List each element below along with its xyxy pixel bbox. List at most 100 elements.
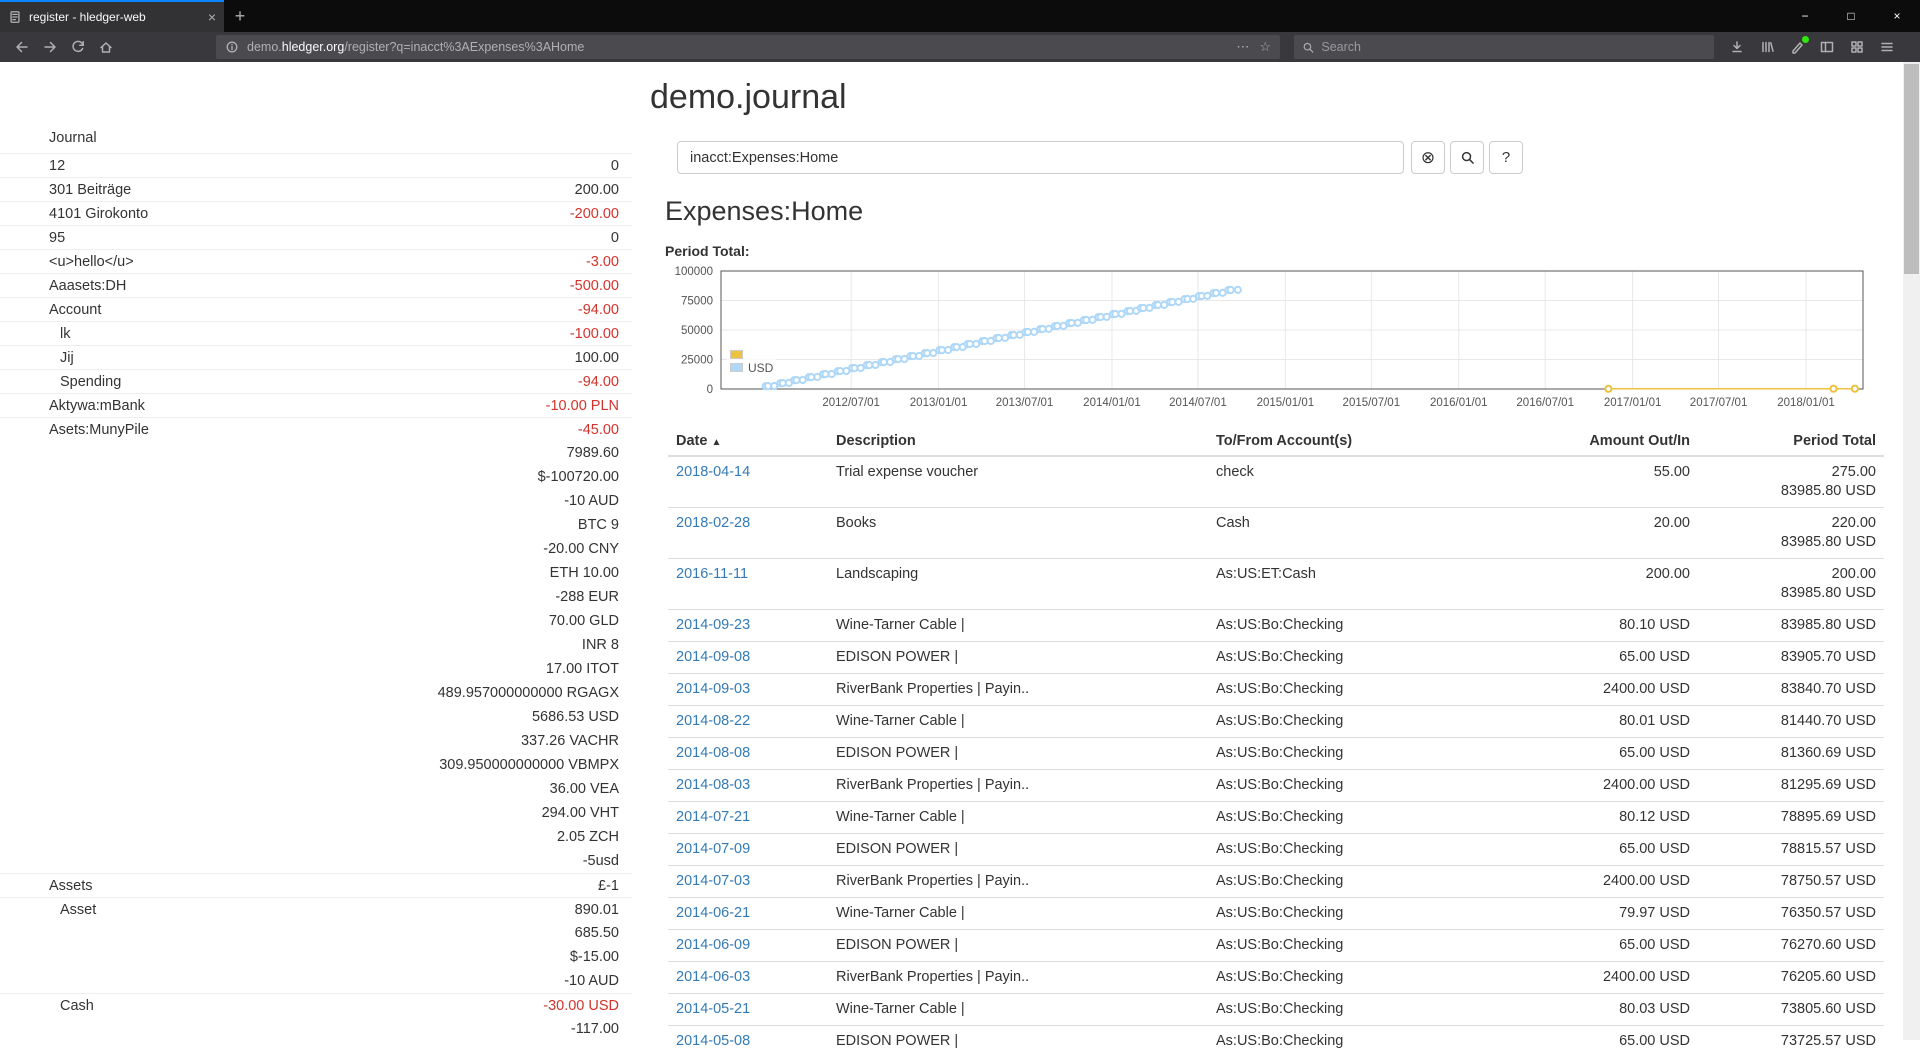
amount-cell: 80.10 USD <box>1508 610 1698 642</box>
transaction-date-link[interactable]: 2014-07-03 <box>676 873 750 889</box>
period-total-line: 83985.80 USD <box>1706 616 1876 635</box>
sidebar-account-link[interactable]: Spending <box>60 370 121 394</box>
date-cell: 2014-09-08 <box>668 642 828 674</box>
sidebar-account-link[interactable]: Asset <box>60 898 96 922</box>
page-info-icon[interactable] <box>225 40 239 54</box>
query-input[interactable] <box>677 141 1404 174</box>
browser-tab[interactable]: register - hledger-web × <box>0 0 224 32</box>
tab-title: register - hledger-web <box>29 10 204 24</box>
date-cell: 2014-06-21 <box>668 898 828 930</box>
sidebar-account-link[interactable]: Asets:MunyPile <box>49 418 149 442</box>
period-total-line: 83840.70 USD <box>1706 680 1876 699</box>
window-minimize-button[interactable]: − <box>1782 0 1828 32</box>
window-maximize-button[interactable]: □ <box>1828 0 1874 32</box>
transaction-date-link[interactable]: 2014-08-03 <box>676 777 750 793</box>
sidebar-account-link[interactable]: 95 <box>49 226 65 250</box>
sidebar-account-list: 120301 Beiträge200.004101 Girokonto-200.… <box>0 153 632 1041</box>
date-cell: 2014-08-08 <box>668 738 828 770</box>
transaction-date-link[interactable]: 2014-08-08 <box>676 745 750 761</box>
browser-search-bar[interactable] <box>1294 35 1714 59</box>
sidebar-account-link[interactable]: Assets <box>49 874 93 898</box>
sidebar-toggle-icon[interactable] <box>1814 34 1840 60</box>
sidebar-account-row: INR 8 <box>0 633 632 657</box>
sidebar-account-link[interactable]: Aaasets:DH <box>49 274 126 298</box>
sidebar-account-link[interactable]: Jij <box>60 346 74 370</box>
sidebar-account-link[interactable]: lk <box>60 322 70 346</box>
sidebar-account-link[interactable]: <u>hello</u> <box>49 250 134 274</box>
sidebar-account-link[interactable]: Aktywa:mBank <box>49 394 145 418</box>
date-cell: 2018-04-14 <box>668 456 828 508</box>
transaction-date-link[interactable]: 2014-09-23 <box>676 617 750 633</box>
sidebar-account-link[interactable]: 12 <box>49 154 65 178</box>
amount-cell: 55.00 <box>1508 456 1698 508</box>
transaction-date-link[interactable]: 2014-06-21 <box>676 905 750 921</box>
home-button[interactable] <box>92 33 120 61</box>
url-bar[interactable]: demo.hledger.org/register?q=inacct%3AExp… <box>216 35 1280 59</box>
library-icon[interactable] <box>1754 34 1780 60</box>
column-header-date[interactable]: Date▲ <box>668 427 828 456</box>
account-cell: Cash <box>1208 508 1508 559</box>
page-actions-icon[interactable]: ⋯ <box>1236 39 1249 55</box>
sidebar-journal-heading[interactable]: Journal <box>49 130 632 146</box>
svg-text:75000: 75000 <box>681 296 713 308</box>
tab-close-icon[interactable]: × <box>208 9 216 25</box>
period-total-line: 83905.70 USD <box>1706 648 1876 667</box>
transaction-date-link[interactable]: 2014-09-03 <box>676 681 750 697</box>
transaction-date-link[interactable]: 2014-06-09 <box>676 937 750 953</box>
apps-grid-icon[interactable] <box>1844 34 1870 60</box>
period-total-line: 78750.57 USD <box>1706 872 1876 891</box>
description-cell: Wine-Tarner Cable | <box>828 994 1208 1026</box>
scrollbar-thumb[interactable] <box>1904 64 1919 274</box>
transaction-date-link[interactable]: 2014-08-22 <box>676 713 750 729</box>
column-header-period-total[interactable]: Period Total <box>1698 427 1884 456</box>
legend-swatch-other <box>730 350 743 359</box>
help-button[interactable]: ? <box>1489 141 1523 174</box>
transaction-date-link[interactable]: 2014-06-03 <box>676 969 750 985</box>
transaction-date-link[interactable]: 2014-09-08 <box>676 649 750 665</box>
sidebar-account-row: 685.50 <box>0 921 632 945</box>
new-tab-button[interactable]: + <box>224 0 256 32</box>
amount-cell: 2400.00 USD <box>1508 962 1698 994</box>
register-row: 2014-09-23Wine-Tarner Cable |As:US:Bo:Ch… <box>668 610 1884 642</box>
transaction-date-link[interactable]: 2016-11-11 <box>676 566 748 582</box>
account-cell: As:US:Bo:Checking <box>1208 674 1508 706</box>
account-cell: As:US:Bo:Checking <box>1208 898 1508 930</box>
refresh-button[interactable] <box>64 33 92 61</box>
search-submit-button[interactable] <box>1450 141 1484 174</box>
sidebar-account-link[interactable]: 4101 Girokonto <box>49 202 148 226</box>
period-total-line: 73805.60 USD <box>1706 1000 1876 1019</box>
transaction-date-link[interactable]: 2014-05-21 <box>676 1001 750 1017</box>
column-header-description[interactable]: Description <box>828 427 1208 456</box>
date-cell: 2014-07-09 <box>668 834 828 866</box>
account-cell: As:US:Bo:Checking <box>1208 866 1508 898</box>
register-row: 2018-04-14Trial expense vouchercheck55.0… <box>668 456 1884 508</box>
window-close-button[interactable]: × <box>1874 0 1920 32</box>
register-row: 2014-06-09EDISON POWER |As:US:Bo:Checkin… <box>668 930 1884 962</box>
menu-icon[interactable] <box>1874 34 1900 60</box>
column-header-amount-out-in[interactable]: Amount Out/In <box>1508 427 1698 456</box>
transaction-date-link[interactable]: 2014-07-09 <box>676 841 750 857</box>
clear-query-button[interactable]: ⊗ <box>1411 141 1445 174</box>
sidebar-account-link[interactable]: Cash <box>60 994 94 1018</box>
download-icon[interactable] <box>1724 34 1750 60</box>
bookmark-star-icon[interactable]: ☆ <box>1259 39 1271 55</box>
transaction-date-link[interactable]: 2018-02-28 <box>676 515 750 531</box>
browser-search-input[interactable] <box>1321 40 1706 54</box>
column-header-to-from-account-s-[interactable]: To/From Account(s) <box>1208 427 1508 456</box>
register-row: 2016-11-11LandscapingAs:US:ET:Cash200.00… <box>668 559 1884 610</box>
back-button[interactable] <box>8 33 36 61</box>
forward-button[interactable] <box>36 33 64 61</box>
sidebar-account-link[interactable]: Account <box>49 298 101 322</box>
amount-cell: 65.00 USD <box>1508 1026 1698 1057</box>
transaction-date-link[interactable]: 2014-07-21 <box>676 809 750 825</box>
description-cell: EDISON POWER | <box>828 1026 1208 1057</box>
sidebar-account-balance: 7989.60 <box>567 441 619 465</box>
page-scrollbar[interactable] <box>1903 62 1920 1040</box>
notes-icon[interactable] <box>1784 34 1810 60</box>
account-cell: As:US:Bo:Checking <box>1208 770 1508 802</box>
sidebar-account-balance: 36.00 VEA <box>550 777 619 801</box>
transaction-date-link[interactable]: 2014-05-08 <box>676 1033 750 1049</box>
sidebar-account-link[interactable]: 301 Beiträge <box>49 178 131 202</box>
account-cell: As:US:Bo:Checking <box>1208 706 1508 738</box>
transaction-date-link[interactable]: 2018-04-14 <box>676 464 750 480</box>
